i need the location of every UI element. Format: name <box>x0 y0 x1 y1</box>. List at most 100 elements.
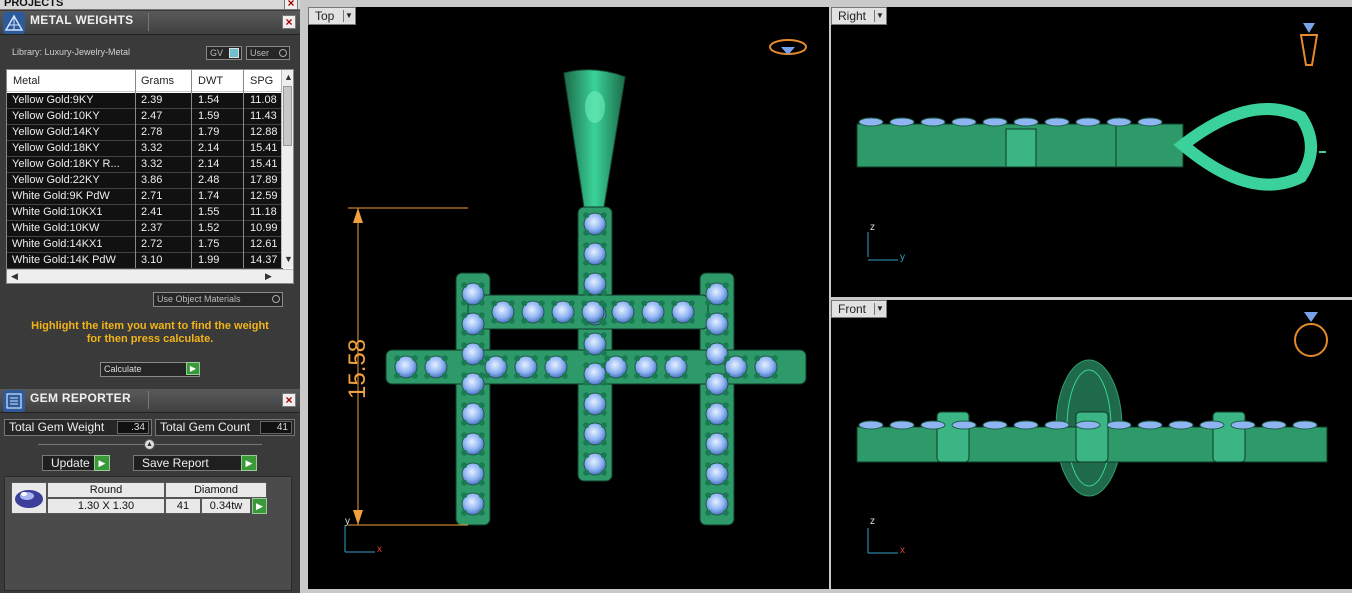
gem-thumbnail <box>11 482 47 514</box>
scroll-up-icon[interactable]: ▲ <box>284 72 293 82</box>
calculate-label: Calculate <box>104 364 142 374</box>
table-row[interactable]: Yellow Gold:14KY 2.78 1.79 12.88 <box>7 125 283 141</box>
top-viewport[interactable]: y x 15.58 Top ▼ <box>308 7 829 589</box>
cell-dwt: 1.55 <box>198 206 220 218</box>
right-view-label: Right <box>838 9 867 23</box>
app-window: PROJECTS × METAL WEIGHTS × Library: Luxu… <box>0 0 1352 593</box>
front-view-selector[interactable]: Front ▼ <box>831 300 887 318</box>
gem-reporter-header[interactable]: GEM REPORTER × <box>0 389 300 413</box>
cell-metal: Yellow Gold:14KY <box>12 126 100 138</box>
play-icon: ▶ <box>94 455 110 471</box>
use-object-materials-radio[interactable] <box>272 295 280 303</box>
scroll-right-icon[interactable]: ▶ <box>265 271 272 282</box>
dimension-label: 15.58 <box>344 338 371 399</box>
gem-count-cell: 41 <box>165 498 201 514</box>
gem-shape-cell: Round <box>47 482 165 498</box>
cell-grams: 2.41 <box>141 206 163 218</box>
metal-weights-header[interactable]: METAL WEIGHTS × <box>0 11 300 35</box>
update-label: Update <box>51 456 90 470</box>
cell-metal: White Gold:14K PdW <box>12 254 116 266</box>
chevron-down-icon[interactable]: ▼ <box>874 10 885 22</box>
calculate-button[interactable]: Calculate ▶ <box>100 362 200 377</box>
total-gem-count-field: Total Gem Count 41 <box>155 419 295 436</box>
gem-select-play-icon[interactable]: ▶ <box>252 498 267 514</box>
cell-grams: 2.39 <box>141 94 163 106</box>
save-report-button[interactable]: Save Report ▶ <box>133 455 257 471</box>
col-grams[interactable]: Grams <box>141 75 174 87</box>
gv-toggle[interactable]: GV <box>206 46 242 60</box>
ring-front-view-icon <box>1294 312 1328 357</box>
front-view-model[interactable] <box>831 300 1352 589</box>
round-gem-icon <box>15 490 43 508</box>
gem-weight-cell: 0.34tw <box>201 498 251 514</box>
scroll-thumb[interactable] <box>283 86 292 146</box>
close-projects-icon[interactable]: × <box>284 0 298 10</box>
right-view-selector[interactable]: Right ▼ <box>831 7 887 25</box>
table-row[interactable]: White Gold:10KX1 2.41 1.55 11.18 <box>7 205 283 221</box>
use-object-materials-label: Use Object Materials <box>157 294 241 304</box>
close-metal-weights-icon[interactable]: × <box>282 15 296 29</box>
col-metal[interactable]: Metal <box>13 75 40 87</box>
cell-grams: 3.32 <box>141 158 163 170</box>
use-object-materials-toggle[interactable]: Use Object Materials <box>153 292 283 307</box>
axis-x-label: x <box>900 545 905 556</box>
table-row[interactable]: White Gold:14KX1 2.72 1.75 12.61 <box>7 237 283 253</box>
front-profile <box>856 411 1328 463</box>
table-row[interactable]: Yellow Gold:18KY R... 3.32 2.14 15.41 <box>7 157 283 173</box>
total-gem-weight-label: Total Gem Weight <box>9 420 105 434</box>
metal-weights-title: METAL WEIGHTS <box>30 13 134 27</box>
right-viewport[interactable]: z y Right ▼ <box>831 7 1352 297</box>
user-toggle[interactable]: User <box>246 46 290 60</box>
cell-spg: 11.08 <box>250 94 277 106</box>
table-row[interactable]: White Gold:10KW 2.37 1.52 10.99 <box>7 221 283 237</box>
cell-metal: Yellow Gold:22KY <box>12 174 100 186</box>
cell-dwt: 2.14 <box>198 142 220 154</box>
table-row[interactable]: Yellow Gold:10KY 2.47 1.59 11.43 <box>7 109 283 125</box>
table-row[interactable]: White Gold:9K PdW 2.71 1.74 12.59 <box>7 189 283 205</box>
projects-panel-header[interactable]: PROJECTS × <box>0 0 300 10</box>
chevron-down-icon[interactable]: ▼ <box>874 303 885 315</box>
ring-side-view-icon <box>1299 23 1319 66</box>
right-view-model[interactable] <box>831 7 1352 297</box>
library-label: Library: Luxury-Jewelry-Metal <box>12 47 131 57</box>
cell-metal: White Gold:14KX1 <box>12 238 103 250</box>
axis-z-label: z <box>870 516 875 527</box>
gem-material-cell: Diamond <box>165 482 267 498</box>
table-horizontal-scrollbar[interactable]: ◀ ▶ <box>7 269 293 283</box>
splitter-handle-icon[interactable]: ▲ <box>144 439 155 450</box>
cell-metal: White Gold:9K PdW <box>12 190 110 202</box>
gv-checkbox[interactable] <box>229 48 239 58</box>
scroll-down-icon[interactable]: ▼ <box>284 254 293 264</box>
cell-metal: White Gold:10KX1 <box>12 206 103 218</box>
metal-table-header: Metal Grams DWT SPG <box>7 70 283 92</box>
ring-top-view-icon <box>769 39 807 55</box>
axis-x-label: x <box>377 544 382 555</box>
table-row[interactable]: White Gold:14K PdW 3.10 1.99 14.37 <box>7 253 283 269</box>
gem-list[interactable]: Round Diamond 1.30 X 1.30 41 0.34tw ▶ <box>4 476 292 591</box>
header-divider <box>148 13 149 31</box>
chevron-down-icon[interactable]: ▼ <box>343 10 354 22</box>
cell-metal: Yellow Gold:10KY <box>12 110 100 122</box>
header-divider <box>148 391 149 409</box>
top-view-selector[interactable]: Top ▼ <box>308 7 356 25</box>
table-row[interactable]: Yellow Gold:22KY 3.86 2.48 17.89 <box>7 173 283 189</box>
cell-dwt: 1.99 <box>198 254 220 266</box>
gem-reporter-title: GEM REPORTER <box>30 391 131 405</box>
axis-y-label: y <box>345 516 350 527</box>
cell-grams: 3.32 <box>141 142 163 154</box>
projects-title: PROJECTS <box>4 0 64 9</box>
top-view-model[interactable] <box>308 7 829 589</box>
metal-table[interactable]: Metal Grams DWT SPG Yellow Gold:9KY 2.39 1… <box>6 69 294 284</box>
close-gem-reporter-icon[interactable]: × <box>282 393 296 407</box>
col-spg[interactable]: SPG <box>250 75 273 87</box>
col-dwt[interactable]: DWT <box>198 75 223 87</box>
front-viewport[interactable]: z x Front ▼ <box>831 300 1352 589</box>
user-radio[interactable] <box>279 49 287 57</box>
table-vertical-scrollbar[interactable]: ▲ ▼ <box>281 70 293 268</box>
table-row[interactable]: Yellow Gold:9KY 2.39 1.54 11.08 <box>7 93 283 109</box>
table-row[interactable]: Yellow Gold:18KY 3.32 2.14 15.41 <box>7 141 283 157</box>
top-view-label: Top <box>315 9 335 23</box>
cell-metal: Yellow Gold:18KY R... <box>12 158 120 170</box>
scroll-left-icon[interactable]: ◀ <box>11 271 18 282</box>
update-button[interactable]: Update ▶ <box>42 455 110 471</box>
